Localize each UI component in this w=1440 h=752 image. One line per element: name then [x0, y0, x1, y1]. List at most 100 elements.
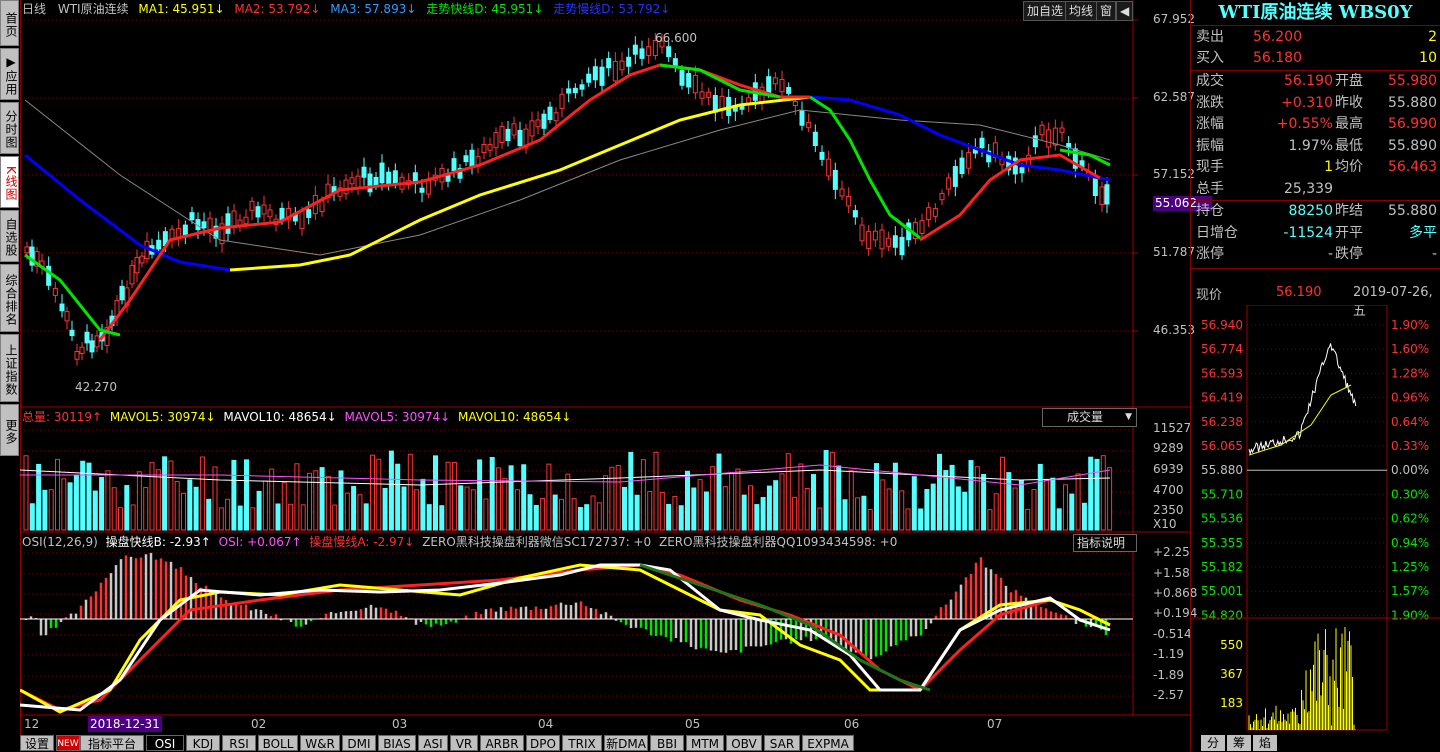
row-label: 日增仓 [1196, 224, 1238, 241]
volume-indicator-dropdown[interactable]: 成交量 ▼ [1042, 408, 1137, 427]
candle [719, 95, 725, 111]
volume-bar [672, 496, 678, 531]
tab-trix[interactable]: TRIX [562, 735, 602, 751]
tab-wr[interactable]: W&R [300, 735, 340, 751]
tab-apps[interactable]: ▶应用 [0, 48, 19, 100]
candle [129, 265, 135, 285]
tab-chips[interactable]: 筹 [1227, 735, 1251, 751]
volume-bar [697, 479, 703, 531]
intraday-mini-chart[interactable]: 56.940 1.90% 56.774 1.60% 56.593 1.28% 56.419 0… [1191, 305, 1440, 735]
candle [619, 60, 625, 71]
candle [255, 206, 261, 218]
tab-vr[interactable]: VR [450, 735, 478, 751]
candle [64, 311, 70, 322]
candle [939, 192, 945, 201]
candle [52, 287, 58, 296]
candle [672, 58, 678, 66]
back-icon[interactable]: ◀ [1116, 1, 1134, 21]
candle [24, 246, 30, 254]
volume-bar [269, 468, 275, 531]
volume-bar [722, 486, 728, 531]
tab-watchlist[interactable]: 自选股 [0, 210, 19, 262]
osi-value: OSI: +0.067↑ [218, 535, 302, 549]
volume-bar [748, 485, 753, 531]
volume-bar [363, 503, 369, 531]
volume-bar [55, 458, 60, 531]
candle [572, 87, 578, 94]
ma-button[interactable]: 均线 [1065, 1, 1098, 21]
volume-bar [319, 467, 325, 531]
mini-price-tick: 55.710 [1201, 487, 1243, 501]
volume-bar [99, 477, 105, 531]
tab-dpo[interactable]: DPO [526, 735, 560, 751]
tab-dmi[interactable]: DMI [342, 735, 376, 751]
volume-bar [23, 455, 29, 531]
row-label: 最高 [1335, 116, 1363, 132]
candle [463, 155, 469, 163]
mavol10-value: MAVOL10: 48654↓ [223, 410, 337, 424]
tab-osi[interactable]: OSI [146, 735, 184, 751]
volume-bar [798, 463, 804, 531]
tab-home[interactable]: 首页 [0, 0, 19, 46]
tab-obv[interactable]: OBV [726, 735, 762, 751]
tab-timeline[interactable]: 分时图 [0, 102, 19, 154]
tab-sar[interactable]: SAR [764, 735, 800, 751]
add-watchlist-button[interactable]: 加自选 [1023, 1, 1068, 21]
tab-kline[interactable]: K线图 [0, 156, 19, 208]
tab-asi[interactable]: ASI [418, 735, 448, 751]
volume-bar [1050, 477, 1056, 531]
tab-rsi[interactable]: RSI [222, 735, 256, 751]
tab-arbr[interactable]: ARBR [480, 735, 524, 751]
tab-rank[interactable]: 综合排名 [0, 264, 19, 332]
tab-intraday[interactable]: 分 [1201, 735, 1225, 751]
volume-bar [811, 474, 816, 531]
x-tick: 05 [685, 717, 701, 731]
row-label: 现手 [1196, 159, 1224, 175]
candle [243, 216, 249, 225]
tab-flame[interactable]: 焰 [1253, 735, 1277, 751]
window-button[interactable]: 窗 [1096, 1, 1117, 21]
volume-bar [678, 505, 684, 531]
volume-bar [489, 457, 495, 531]
row-label: 涨停 [1196, 246, 1224, 262]
volume-bar [155, 469, 161, 531]
volume-bar [974, 466, 980, 531]
kline-chart-area[interactable]: 日线 WTI原油连续 MA1: 45.951↓ MA2: 53.792↓ MA3… [20, 0, 1212, 735]
candle [139, 255, 145, 264]
mini-pct-tick: 1.60% [1391, 342, 1429, 356]
tab-mtm[interactable]: MTM [686, 735, 724, 751]
volume-bar [458, 485, 464, 531]
chart-canvas[interactable] [20, 0, 1190, 735]
tab-indicator-platform[interactable]: 指标平台 [80, 735, 144, 751]
volume-bar [401, 486, 407, 531]
volume-bar [130, 504, 136, 531]
tab-kdj[interactable]: KDJ [186, 735, 220, 751]
mini-vol-tick: 183 [1220, 696, 1243, 710]
mini-price-tick: 56.593 [1201, 366, 1243, 380]
volume-bar [344, 492, 350, 531]
volume-bar [1037, 463, 1043, 531]
candle [812, 131, 818, 147]
quote-row: 涨跌 +0.310 昨收 55.880 [1193, 93, 1437, 114]
tab-boll[interactable]: BOLL [258, 735, 298, 751]
candle [499, 125, 505, 144]
tab-settings[interactable]: 设置 [20, 735, 54, 751]
candle [511, 123, 517, 136]
tab-bias[interactable]: BIAS [378, 735, 416, 751]
candle [872, 230, 878, 241]
candle [74, 350, 80, 360]
candle [69, 329, 75, 337]
tab-bbi[interactable]: BBI [650, 735, 684, 751]
candle [946, 177, 952, 190]
mini-price-tick: 55.355 [1201, 536, 1243, 550]
candle [79, 346, 85, 354]
candle [966, 152, 972, 169]
chevron-down-icon: ▼ [1125, 412, 1132, 422]
candle [529, 120, 535, 137]
tab-newdma[interactable]: 新DMA [604, 735, 648, 751]
x-tick: 04 [538, 717, 554, 731]
tab-expma[interactable]: EXPMA [802, 735, 854, 751]
indicator-help-button[interactable]: 指标说明 [1073, 534, 1137, 552]
tab-more[interactable]: 更多 [0, 404, 19, 456]
tab-index[interactable]: 上证指数 [0, 334, 19, 402]
